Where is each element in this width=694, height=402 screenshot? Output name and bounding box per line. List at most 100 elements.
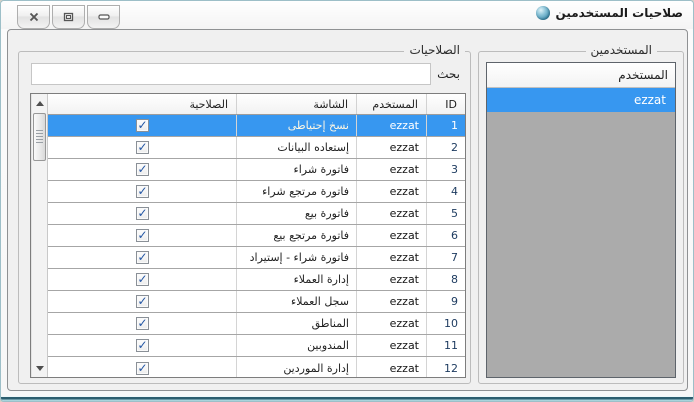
cell-id: 4 (426, 181, 465, 202)
scrollbar-grip-icon (36, 130, 43, 143)
table-vertical-scrollbar[interactable] (31, 94, 48, 377)
permissions-table: ID المستخدم الشاشة الصلاحية 1 ezzat نسخ إح… (30, 93, 466, 378)
permission-checkbox[interactable] (135, 183, 149, 199)
grid-header-row: ID المستخدم الشاشة الصلاحية (48, 94, 465, 115)
cell-screen: إستعاده البيانات (236, 137, 356, 158)
cell-id: 10 (426, 313, 465, 334)
users-list-header[interactable]: المستخدم (487, 63, 675, 88)
cell-permission (48, 247, 236, 268)
cell-permission (48, 115, 236, 136)
permission-checkbox[interactable] (135, 139, 149, 155)
table-row[interactable]: 3 ezzat فاتورة شراء (48, 159, 465, 181)
permission-checkbox[interactable] (135, 315, 149, 331)
table-row[interactable]: 5 ezzat فاتورة بيع (48, 203, 465, 225)
permission-checkbox[interactable] (135, 227, 149, 243)
table-row[interactable]: 12 ezzat إدارة الموردين (48, 357, 465, 377)
arrow-down-icon (35, 365, 44, 371)
permissions-grid: ID المستخدم الشاشة الصلاحية 1 ezzat نسخ إح… (48, 94, 465, 377)
arrow-up-icon (35, 100, 44, 106)
cell-permission (48, 291, 236, 312)
cell-user: ezzat (356, 313, 426, 334)
table-row[interactable]: 4 ezzat فاتورة مرتجع شراء (48, 181, 465, 203)
column-header-user[interactable]: المستخدم (356, 94, 426, 114)
titlebar: صلاحيات المستخدمين (1, 1, 693, 29)
cell-id: 7 (426, 247, 465, 268)
cell-user: ezzat (356, 137, 426, 158)
cell-user: ezzat (356, 181, 426, 202)
cell-screen: سجل العملاء (236, 291, 356, 312)
cell-user: ezzat (356, 247, 426, 268)
cell-permission (48, 181, 236, 202)
column-header-permission[interactable]: الصلاحية (48, 94, 236, 114)
cell-user: ezzat (356, 203, 426, 224)
column-header-id[interactable]: ID (426, 94, 465, 114)
app-sphere-icon (535, 6, 550, 20)
cell-screen: إدارة العملاء (236, 269, 356, 290)
close-button[interactable] (17, 5, 50, 29)
cell-screen: فاتورة مرتجع شراء (236, 181, 356, 202)
permission-checkbox[interactable] (135, 271, 149, 287)
cell-permission (48, 313, 236, 334)
cell-screen: إدارة الموردين (236, 357, 356, 377)
window-title: صلاحيات المستخدمين (555, 6, 683, 20)
maximize-button[interactable] (52, 5, 85, 29)
cell-screen: فاتورة بيع (236, 203, 356, 224)
minimize-icon (97, 14, 110, 20)
permission-checkbox[interactable] (135, 205, 149, 221)
caption-buttons (17, 5, 120, 29)
users-legend: المستخدمين (585, 43, 657, 58)
cell-permission (48, 159, 236, 180)
cell-screen: فاتورة شراء (236, 159, 356, 180)
cell-id: 2 (426, 137, 465, 158)
cell-screen: نسخ إحتياطى (236, 115, 356, 136)
cell-user: ezzat (356, 269, 426, 290)
close-icon (29, 12, 39, 22)
table-row[interactable]: 10 ezzat المناطق (48, 313, 465, 335)
main-panel: الصلاحيات بحث ID المستخدم الشاشة الصلاحي… (7, 29, 688, 391)
cell-screen: فاتورة مرتجع بيع (236, 225, 356, 246)
permission-checkbox[interactable] (135, 117, 149, 133)
column-header-screen[interactable]: الشاشة (236, 94, 356, 114)
permissions-grid-body: 1ezzatنسخ إحتياطى2ezzatإستعاده البيانات3… (48, 115, 465, 377)
permission-checkbox[interactable] (135, 337, 149, 353)
window-bottom-edge (1, 396, 693, 401)
users-groupbox: المستخدمين المستخدم ezzat (478, 43, 684, 384)
cell-id: 1 (426, 115, 465, 136)
cell-screen: فاتورة شراء - إستيراد (236, 247, 356, 268)
cell-screen: المندوبين (236, 335, 356, 356)
cell-user: ezzat (356, 159, 426, 180)
permission-checkbox[interactable] (135, 293, 149, 309)
cell-user: ezzat (356, 357, 426, 377)
cell-permission (48, 269, 236, 290)
scrollbar-thumb[interactable] (33, 113, 46, 161)
table-row[interactable]: 9 ezzat سجل العملاء (48, 291, 465, 313)
cell-permission (48, 225, 236, 246)
permission-checkbox[interactable] (135, 360, 149, 376)
permissions-groupbox: الصلاحيات بحث ID المستخدم الشاشة الصلاحي… (18, 43, 471, 384)
cell-id: 5 (426, 203, 465, 224)
cell-permission (48, 335, 236, 356)
title-area: صلاحيات المستخدمين (535, 6, 683, 20)
cell-user: ezzat (356, 291, 426, 312)
table-row[interactable]: 8 ezzat إدارة العملاء (48, 269, 465, 291)
cell-user: ezzat (356, 115, 426, 136)
table-row[interactable]: 11 ezzat المندوبين (48, 335, 465, 357)
table-row[interactable]: 2 ezzat إستعاده البيانات (48, 137, 465, 159)
cell-id: 12 (426, 357, 465, 377)
search-input[interactable] (31, 63, 431, 85)
cell-id: 6 (426, 225, 465, 246)
search-label: بحث (437, 67, 460, 81)
minimize-button[interactable] (87, 5, 120, 29)
table-row[interactable]: 6 ezzat فاتورة مرتجع بيع (48, 225, 465, 247)
cell-id: 8 (426, 269, 465, 290)
scroll-down-button[interactable] (32, 361, 47, 375)
scroll-up-button[interactable] (32, 96, 47, 110)
permission-checkbox[interactable] (135, 161, 149, 177)
table-row[interactable]: 1 ezzat نسخ إحتياطى (48, 115, 465, 137)
cell-permission (48, 137, 236, 158)
cell-screen: المناطق (236, 313, 356, 334)
permission-checkbox[interactable] (135, 249, 149, 265)
user-list-item-selected[interactable]: ezzat (487, 88, 675, 112)
table-row[interactable]: 7 ezzat فاتورة شراء - إستيراد (48, 247, 465, 269)
permissions-legend: الصلاحيات (404, 43, 465, 58)
